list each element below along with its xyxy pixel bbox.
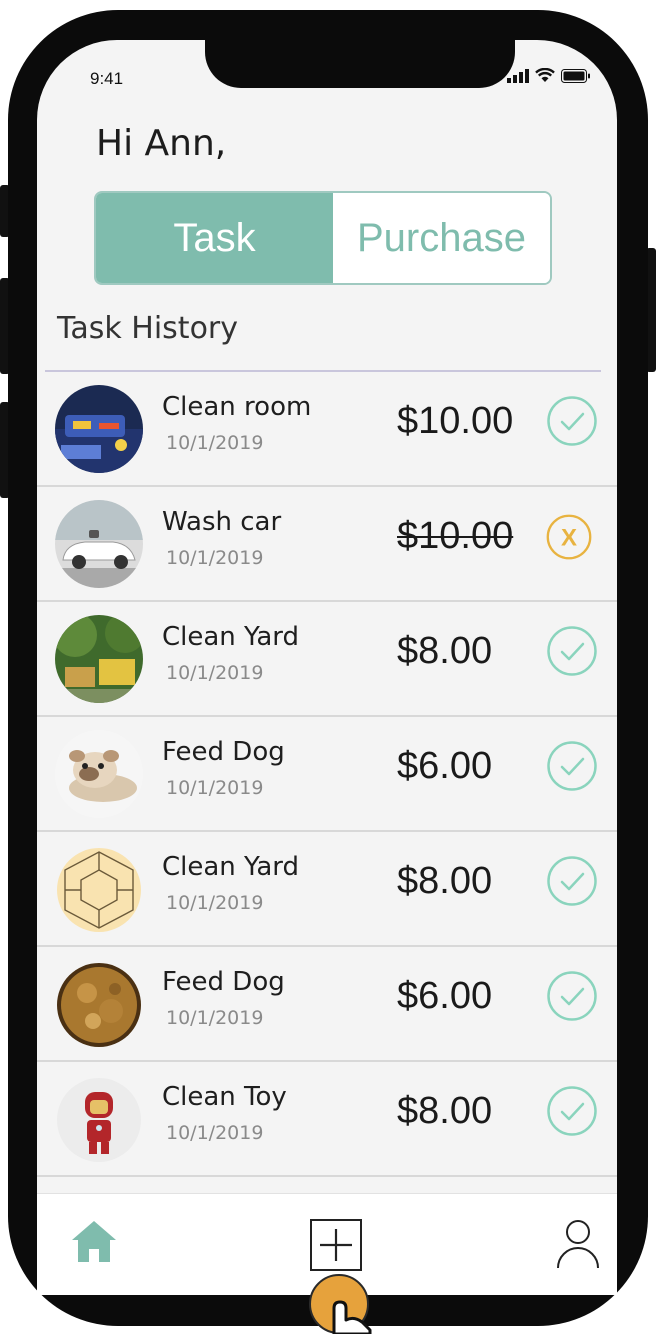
task-price-cancelled: $10.00: [397, 515, 514, 557]
task-thumbnail-yard: [55, 615, 143, 703]
battery-icon: [561, 68, 590, 83]
task-price: $6.00: [397, 975, 493, 1017]
check-circle-icon[interactable]: [546, 970, 598, 1022]
list-item[interactable]: Clean Toy 10/1/2019 $8.00: [37, 1062, 617, 1177]
check-circle-icon[interactable]: [546, 625, 598, 677]
task-thumbnail-bedroom: [55, 385, 143, 473]
list-item[interactable]: Clean Yard 10/1/2019 $8.00: [37, 602, 617, 717]
task-price: $8.00: [397, 1090, 493, 1132]
status-icons: [507, 68, 591, 83]
task-price: $6.00: [397, 745, 493, 787]
task-date: 10/1/2019: [166, 547, 264, 569]
home-icon[interactable]: [69, 1218, 119, 1264]
check-circle-icon[interactable]: [546, 740, 598, 792]
list-item[interactable]: Clean Yard 10/1/2019 $8.00: [37, 832, 617, 947]
task-price: $10.00: [397, 400, 514, 442]
task-name: Feed Dog: [162, 967, 285, 997]
status-time: 9:41: [90, 69, 124, 88]
task-date: 10/1/2019: [166, 777, 264, 799]
task-thumbnail-dog: [55, 730, 143, 818]
task-date: 10/1/2019: [166, 662, 264, 684]
task-thumbnail-pattern: [57, 848, 141, 932]
notch: [205, 40, 515, 88]
task-name: Clean Yard: [162, 622, 300, 652]
tab-purchase[interactable]: Purchase: [333, 193, 550, 283]
task-name: Feed Dog: [162, 737, 285, 767]
task-list: Clean room 10/1/2019 $10.00 Wash car 10/…: [37, 372, 617, 1237]
list-item[interactable]: Feed Dog 10/1/2019 $6.00: [37, 947, 617, 1062]
list-item[interactable]: Feed Dog 10/1/2019 $6.00: [37, 717, 617, 832]
task-price: $8.00: [397, 860, 493, 902]
check-circle-icon[interactable]: [546, 855, 598, 907]
list-item[interactable]: Clean room 10/1/2019 $10.00: [37, 372, 617, 487]
section-title: Task History: [57, 311, 239, 346]
task-name: Clean room: [162, 392, 312, 422]
check-circle-icon[interactable]: [546, 1085, 598, 1137]
hand-pointer-icon: [332, 1300, 372, 1334]
task-name: Wash car: [162, 507, 282, 537]
task-date: 10/1/2019: [166, 432, 264, 454]
task-date: 10/1/2019: [166, 892, 264, 914]
task-thumbnail-car: [55, 500, 143, 588]
list-item[interactable]: Wash car 10/1/2019 $10.00 X: [37, 487, 617, 602]
add-icon[interactable]: [309, 1218, 363, 1272]
segmented-control: Task Purchase: [94, 191, 552, 285]
check-circle-icon[interactable]: [546, 395, 598, 447]
cancel-circle-icon[interactable]: X: [545, 513, 593, 561]
profile-icon[interactable]: [555, 1218, 601, 1270]
task-name: Clean Toy: [162, 1082, 287, 1112]
greeting: Hi Ann,: [96, 123, 227, 164]
signal-icon: [507, 68, 529, 83]
task-price: $8.00: [397, 630, 493, 672]
wifi-icon: [535, 68, 555, 82]
task-thumbnail-toy: [57, 1078, 141, 1162]
tab-task[interactable]: Task: [96, 193, 333, 283]
task-date: 10/1/2019: [166, 1007, 264, 1029]
cancel-label: X: [561, 524, 577, 551]
task-date: 10/1/2019: [166, 1122, 264, 1144]
task-thumbnail-food: [57, 963, 141, 1047]
task-name: Clean Yard: [162, 852, 300, 882]
